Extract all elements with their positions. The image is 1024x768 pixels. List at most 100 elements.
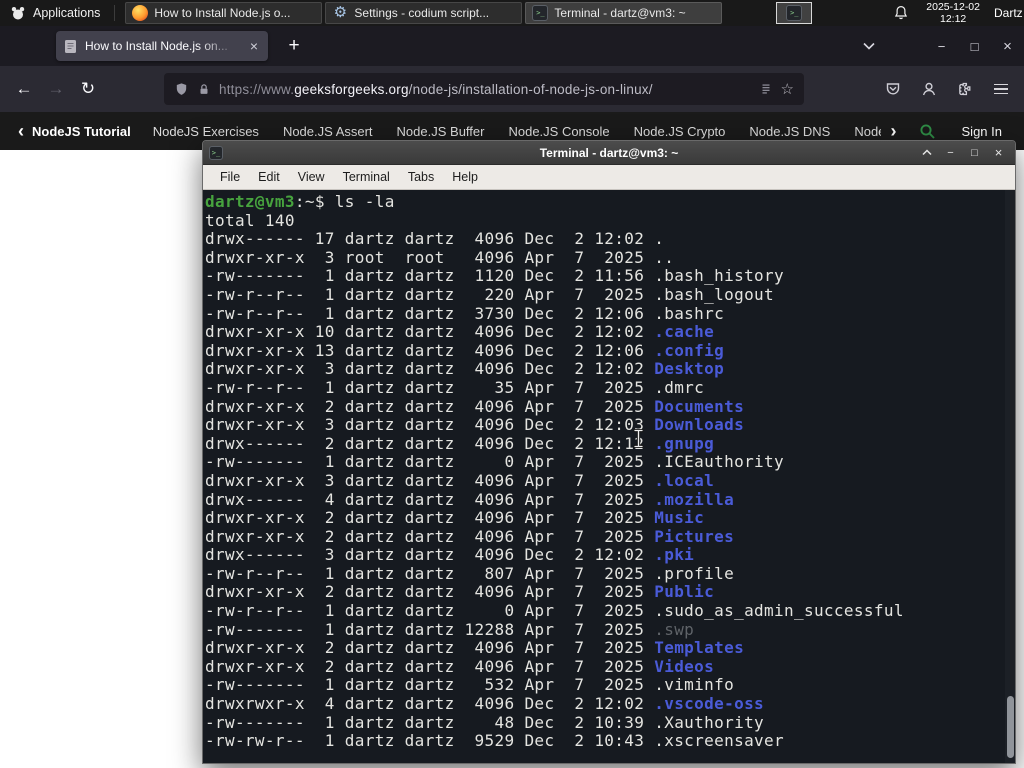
terminal-line: -rw------- 1 dartz dartz 0 Apr 7 2025 .I…: [205, 452, 785, 472]
nav-scroll-left-icon[interactable]: ‹: [12, 121, 30, 142]
terminal-icon: [532, 5, 549, 21]
terminal-line: -rw-r--r-- 1 dartz dartz 220 Apr 7 2025 …: [205, 284, 775, 304]
terminal-body[interactable]: dartz@vm3:~$ ls -la total 140 drwx------ 1…: [203, 190, 1015, 763]
terminal-line: drwxr-xr-x 13 dartz dartz 4096 Dec 2 12:…: [205, 340, 725, 360]
terminal-line: drwxr-xr-x 3 dartz dartz 4096 Dec 2 12:0…: [205, 415, 745, 435]
terminal-line: -rw-r--r-- 1 dartz dartz 807 Apr 7 2025 …: [205, 563, 735, 583]
shade-button[interactable]: [916, 143, 937, 163]
terminal-line: drwxr-xr-x 3 root root 4096 Apr 7 2025 .…: [205, 247, 675, 267]
close-button[interactable]: ×: [991, 26, 1024, 66]
site-nav-item[interactable]: Node.JS DNS: [749, 124, 830, 139]
tab-favicon: [64, 39, 77, 54]
site-nav-item[interactable]: Node.JS Crypto: [634, 124, 726, 139]
terminal-icon: [786, 5, 803, 21]
tab-close-icon[interactable]: ×: [248, 38, 260, 54]
clock-date: 2025-12-02: [926, 1, 980, 13]
terminal-line: drwxr-xr-x 2 dartz dartz 4096 Apr 7 2025…: [205, 638, 745, 658]
site-nav-items: NodeJS Exercises Node.JS Assert Node.JS Bu…: [153, 124, 881, 139]
nav-scroll-right-icon[interactable]: ›: [885, 121, 903, 142]
terminal-line: drwxrwxr-x 4 dartz dartz 4096 Dec 2 12:0…: [205, 694, 765, 714]
tracking-shield-icon[interactable]: [174, 82, 189, 97]
clock-time: 12:12: [940, 13, 967, 25]
toolbar-right: [878, 74, 1016, 104]
terminal-titlebar[interactable]: Terminal - dartz@vm3: ~ − □ ×: [203, 141, 1015, 165]
minimize-button[interactable]: −: [925, 26, 958, 66]
reload-button[interactable]: ↻: [72, 73, 104, 105]
terminal-line: drwxr-xr-x 2 dartz dartz 4096 Apr 7 2025…: [205, 396, 745, 416]
terminal-line: drwxr-xr-x 10 dartz dartz 4096 Dec 2 12:…: [205, 322, 715, 342]
terminal-scrollbar[interactable]: [1005, 190, 1015, 763]
applications-label: Applications: [33, 6, 101, 20]
terminal-line: -rw------- 1 dartz dartz 1120 Dec 2 11:5…: [205, 266, 785, 286]
site-nav-item[interactable]: NodeJS Exercises: [153, 124, 259, 139]
browser-tab[interactable]: How to Install Node.js on... ×: [56, 31, 268, 61]
terminal-line: drwx------ 17 dartz dartz 4096 Dec 2 12:…: [205, 229, 665, 249]
tray-terminal-button[interactable]: [776, 2, 813, 24]
terminal-line: drwxr-xr-x 2 dartz dartz 4096 Apr 7 2025…: [205, 526, 735, 546]
session-user-button[interactable]: Dartz: [994, 6, 1024, 20]
terminal-line: drwxr-xr-x 2 dartz dartz 4096 Apr 7 2025…: [205, 656, 715, 676]
terminal-line: -rw-rw-r-- 1 dartz dartz 9529 Dec 2 10:4…: [205, 731, 785, 751]
task-label: How to Install Node.js o...: [154, 6, 291, 20]
terminal-line: dartz@vm3:~$ ls -la: [205, 192, 395, 211]
account-icon[interactable]: [914, 74, 944, 104]
bookmark-star-icon[interactable]: ☆: [781, 80, 794, 98]
maximize-button[interactable]: □: [958, 26, 991, 66]
search-icon[interactable]: [919, 123, 936, 140]
forward-button[interactable]: →: [40, 73, 72, 105]
close-button[interactable]: ×: [988, 143, 1009, 163]
task-button[interactable]: How to Install Node.js o...: [125, 2, 323, 24]
panel-clock[interactable]: 2025-12-02 12:12: [926, 1, 980, 25]
applications-menu-button[interactable]: Applications: [0, 0, 110, 26]
menu-tabs[interactable]: Tabs: [399, 170, 443, 184]
task-label: Terminal - dartz@vm3: ~: [554, 6, 686, 20]
window-controls: − □ ×: [925, 26, 1024, 66]
site-nav-active-item[interactable]: NodeJS Tutorial: [32, 124, 131, 139]
terminal-window-title: Terminal - dartz@vm3: ~: [539, 145, 679, 160]
terminal-line: -rw------- 1 dartz dartz 48 Dec 2 10:39 …: [205, 712, 765, 732]
terminal-line: drwxr-xr-x 2 dartz dartz 4096 Apr 7 2025…: [205, 582, 715, 602]
extensions-icon[interactable]: [950, 74, 980, 104]
url-bar[interactable]: https://www.geeksforgeeks.org/node-js/in…: [164, 73, 804, 105]
top-panel: Applications How to Install Node.js o...…: [0, 0, 1024, 26]
terminal-window-controls: − □ ×: [916, 143, 1009, 163]
task-label: Settings - codium script...: [354, 6, 490, 20]
terminal-line: -rw-r--r-- 1 dartz dartz 35 Apr 7 2025 .…: [205, 377, 705, 397]
site-nav-item[interactable]: Node.JS Assert: [283, 124, 373, 139]
reader-mode-icon[interactable]: [759, 82, 773, 96]
url-domain: geeksforgeeks.org: [294, 81, 409, 97]
terminal-line: drwx------ 3 dartz dartz 4096 Dec 2 12:0…: [205, 545, 695, 565]
list-all-tabs-button[interactable]: [855, 32, 883, 60]
menu-view[interactable]: View: [289, 170, 334, 184]
site-nav-item[interactable]: Node.JS Console: [508, 124, 609, 139]
panel-separator: [114, 5, 116, 21]
back-button[interactable]: ←: [8, 73, 40, 105]
task-button[interactable]: Settings - codium script...: [325, 2, 523, 24]
terminal-line: drwx------ 4 dartz dartz 4096 Apr 7 2025…: [205, 489, 735, 509]
terminal-line: drwxr-xr-x 3 dartz dartz 4096 Apr 7 2025…: [205, 470, 715, 490]
url-path: /node-js/installation-of-node-js-on-linu…: [408, 81, 653, 97]
site-nav-item[interactable]: Node...: [854, 124, 880, 139]
url-protocol: https://www.: [219, 81, 295, 97]
terminal-line: drwxr-xr-x 2 dartz dartz 4096 Apr 7 2025…: [205, 508, 705, 528]
maximize-button[interactable]: □: [964, 143, 985, 163]
terminal-line: -rw-r--r-- 1 dartz dartz 0 Apr 7 2025 .s…: [205, 601, 904, 621]
terminal-line: drwxr-xr-x 3 dartz dartz 4096 Dec 2 12:0…: [205, 359, 725, 379]
menu-help[interactable]: Help: [443, 170, 487, 184]
terminal-line: -rw------- 1 dartz dartz 12288 Apr 7 202…: [205, 619, 695, 639]
mouse-text-cursor: [633, 428, 644, 453]
terminal-line: -rw------- 1 dartz dartz 532 Apr 7 2025 …: [205, 675, 735, 695]
menu-file[interactable]: File: [211, 170, 249, 184]
minimize-button[interactable]: −: [940, 143, 961, 163]
new-tab-button[interactable]: +: [280, 32, 308, 60]
task-button[interactable]: Terminal - dartz@vm3: ~: [525, 2, 723, 24]
lock-icon[interactable]: [197, 82, 211, 97]
terminal-line: total 140: [205, 210, 295, 230]
menu-edit[interactable]: Edit: [249, 170, 289, 184]
notifications-button[interactable]: [890, 2, 912, 24]
menu-terminal[interactable]: Terminal: [334, 170, 399, 184]
menu-icon[interactable]: [986, 74, 1016, 104]
scrollbar-thumb[interactable]: [1007, 696, 1014, 758]
site-nav-item[interactable]: Node.JS Buffer: [397, 124, 485, 139]
pocket-icon[interactable]: [878, 74, 908, 104]
